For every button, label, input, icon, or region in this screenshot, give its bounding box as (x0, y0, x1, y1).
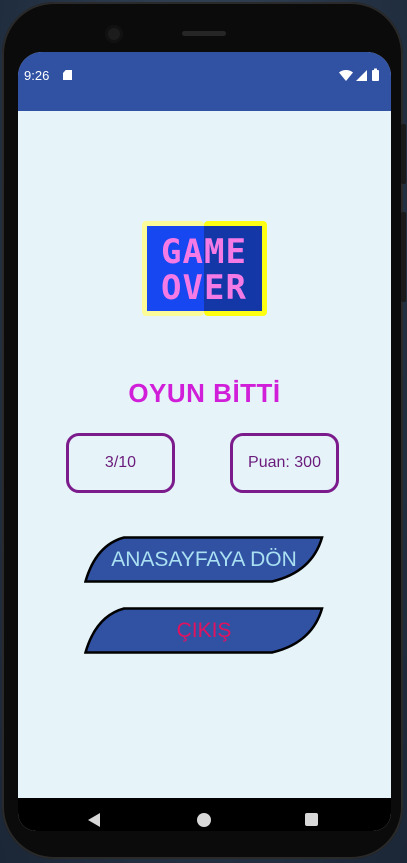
battery-icon (372, 70, 379, 81)
logo-text-over: OVER (161, 268, 247, 308)
back-icon[interactable] (88, 813, 100, 827)
device-background: 9:26 GAME OVER OYUN BİTTİ 3/10 Puan: 300… (0, 0, 407, 863)
logo-text-game: GAME (161, 232, 247, 272)
score-ratio-text: 3/10 (104, 454, 137, 471)
volume-button (401, 212, 406, 302)
home-button-label: ANASAYFAYA DÖN (111, 547, 297, 571)
status-bar: 9:26 (18, 52, 391, 111)
status-icons (339, 68, 379, 81)
game-over-logo: GAME OVER (142, 221, 267, 316)
sd-card-icon (63, 70, 72, 80)
recents-icon[interactable] (305, 813, 318, 826)
app-screen: 9:26 GAME OVER OYUN BİTTİ 3/10 Puan: 300… (18, 52, 391, 831)
home-button[interactable]: ANASAYFAYA DÖN (84, 536, 324, 583)
exit-button-label: ÇIKIŞ (176, 618, 232, 642)
earpiece-speaker (182, 31, 226, 36)
points-text: Puan: 300 (248, 454, 321, 471)
home-icon[interactable] (197, 813, 211, 827)
wifi-icon (339, 69, 353, 81)
score-ratio-box: 3/10 (66, 433, 175, 493)
game-over-title: OYUN BİTTİ (128, 378, 281, 408)
front-camera (105, 25, 123, 43)
exit-button[interactable]: ÇIKIŞ (84, 607, 324, 654)
main-content: GAME OVER OYUN BİTTİ 3/10 Puan: 300 ANAS… (18, 111, 391, 798)
navigation-bar (18, 798, 391, 831)
signal-icon (356, 70, 367, 81)
status-time: 9:26 (24, 68, 50, 83)
points-box: Puan: 300 (230, 433, 339, 493)
power-button (401, 124, 406, 184)
phone-frame: 9:26 GAME OVER OYUN BİTTİ 3/10 Puan: 300… (2, 2, 406, 859)
